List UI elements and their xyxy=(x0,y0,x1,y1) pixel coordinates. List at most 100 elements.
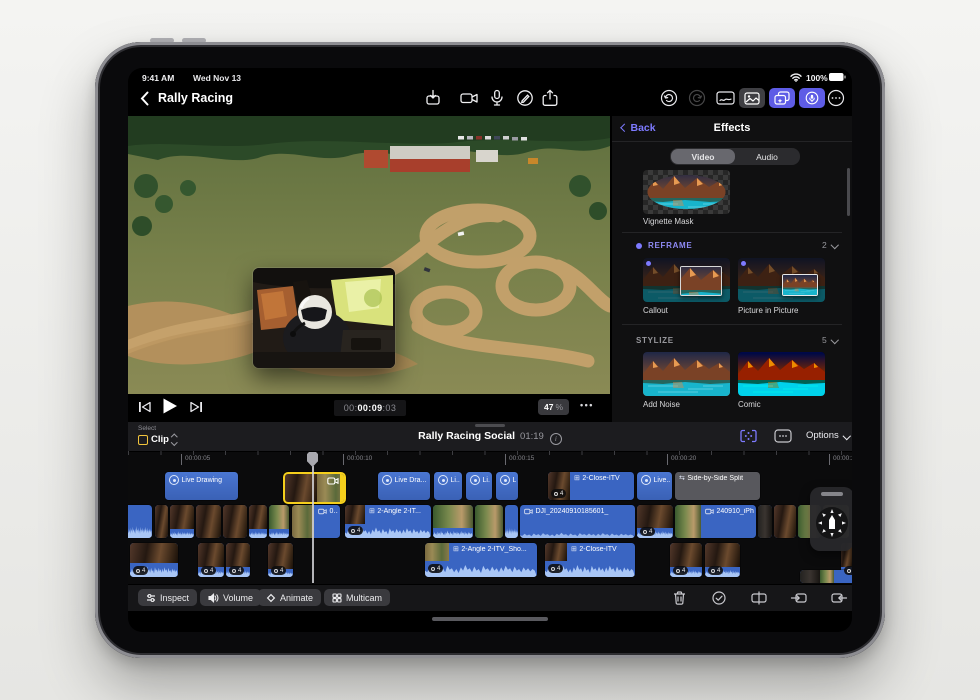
select-mode-dropdown[interactable]: Clip xyxy=(138,434,176,445)
angle-count-badge: 4 xyxy=(133,566,148,575)
wifi-icon xyxy=(790,73,802,82)
multicam-button[interactable]: Multicam xyxy=(324,589,390,606)
undo-icon[interactable] xyxy=(660,89,678,107)
clip[interactable]: Li... xyxy=(496,472,518,500)
clip[interactable]: 4 xyxy=(637,505,673,538)
split-clip-icon[interactable] xyxy=(750,589,768,607)
annotate-pencil-icon[interactable] xyxy=(516,89,534,107)
more-options-icon[interactable] xyxy=(827,89,845,107)
clip[interactable] xyxy=(155,505,168,538)
back-chevron-icon[interactable] xyxy=(140,91,149,106)
info-icon[interactable]: i xyxy=(550,433,562,445)
options-dropdown[interactable]: Options xyxy=(806,430,849,441)
live-drawing-icon xyxy=(500,475,510,485)
clip[interactable]: Live Dra... xyxy=(378,472,430,500)
effect-vignette-mask[interactable] xyxy=(643,170,730,214)
trash-icon[interactable] xyxy=(670,589,688,607)
clip[interactable]: DJI_20240910185601_ xyxy=(520,505,635,538)
effect-comic[interactable] xyxy=(738,352,825,396)
clip[interactable]: ⊞2-Angle 2-IT... 4 xyxy=(345,505,431,538)
effect-label: Picture in Picture xyxy=(738,306,798,315)
pip-driver-cam[interactable] xyxy=(253,268,395,368)
share-icon[interactable] xyxy=(542,89,558,107)
panel-scrollbar[interactable] xyxy=(847,168,850,216)
clip[interactable] xyxy=(128,505,152,538)
callout-zoom-box xyxy=(680,266,722,296)
clip[interactable] xyxy=(774,505,796,538)
angle-count-badge: 4 xyxy=(548,564,563,573)
clip[interactable]: Li... xyxy=(466,472,492,500)
clip[interactable]: ⊞2-Close-ITV 4 xyxy=(548,472,634,500)
viewer-more-icon[interactable]: ••• xyxy=(580,400,594,410)
zoom-unit: % xyxy=(555,402,563,412)
ruler-label: 00:00:10 xyxy=(343,454,372,465)
timeline-toolbar: Inspect Volume Animate Multicam xyxy=(128,584,852,611)
reframe-count[interactable]: 2 xyxy=(822,240,837,250)
effects-browser-button[interactable] xyxy=(769,88,795,108)
effects-panel: Back Effects Video Audio Vignette Mask R… xyxy=(612,116,852,422)
tab-video[interactable]: Video xyxy=(671,149,735,164)
clip[interactable] xyxy=(223,505,247,538)
clip[interactable] xyxy=(170,505,194,538)
effect-label: Add Noise xyxy=(643,400,680,409)
clip[interactable]: Li... xyxy=(434,472,462,500)
clip[interactable] xyxy=(758,505,772,538)
clip[interactable]: 240910_iPh... xyxy=(675,505,756,538)
insert-trailing-icon[interactable] xyxy=(830,589,848,607)
stylize-count[interactable]: 5 xyxy=(822,335,837,345)
angle-count-badge: 4 xyxy=(844,566,852,575)
pencil-jog-widget[interactable] xyxy=(810,487,852,551)
tab-audio[interactable]: Audio xyxy=(735,149,799,164)
selected-clip[interactable] xyxy=(283,472,346,504)
project-title[interactable]: Rally Racing xyxy=(158,91,233,105)
multicam-icon: ⊞ xyxy=(453,546,459,553)
checkmark-circle-icon[interactable] xyxy=(710,589,728,607)
viewer-preview[interactable] xyxy=(128,116,610,394)
ruler-label: 00:00:05 xyxy=(181,454,210,465)
clip[interactable]: Live... xyxy=(637,472,672,500)
track-primary: 0... ⊞2-Angle 2-IT... 4 DJI_202409101856… xyxy=(128,505,852,538)
insert-leading-icon[interactable] xyxy=(790,589,808,607)
transport-controls: 00:00:09:03 47 % ••• xyxy=(128,394,610,421)
play-button[interactable] xyxy=(162,397,178,415)
effect-callout[interactable] xyxy=(643,258,730,302)
clip[interactable] xyxy=(249,505,267,538)
media-browser-button[interactable] xyxy=(739,88,765,108)
timeline-index-icon[interactable] xyxy=(774,429,792,443)
skip-back-icon[interactable] xyxy=(138,401,151,413)
zoom-level-control[interactable]: 47 % xyxy=(538,399,569,415)
timeline-header: Select Clip Rally Racing Social01:19i Op… xyxy=(128,422,852,452)
effect-picture-in-picture[interactable] xyxy=(738,258,825,302)
jog-drag-handle[interactable] xyxy=(821,492,843,496)
clip[interactable] xyxy=(433,505,473,538)
skip-forward-icon[interactable] xyxy=(190,401,203,413)
timeline-ruler[interactable]: 00:00:05 00:00:10 00:00:15 00:00:20 00:0… xyxy=(128,451,852,470)
animate-button[interactable]: Animate xyxy=(258,589,321,606)
clip[interactable]: Live Drawing xyxy=(165,472,238,500)
microphone-icon[interactable] xyxy=(490,89,504,107)
clip[interactable] xyxy=(269,505,289,538)
record-video-icon[interactable] xyxy=(460,89,479,107)
effect-add-noise[interactable] xyxy=(643,352,730,396)
angle-count-badge: 4 xyxy=(673,566,688,575)
home-indicator[interactable] xyxy=(432,617,548,621)
volume-button[interactable]: Volume xyxy=(200,589,261,606)
clip[interactable] xyxy=(196,505,221,538)
connect-clips-icon[interactable] xyxy=(740,429,757,443)
divider xyxy=(622,324,842,325)
inspect-button[interactable]: Inspect xyxy=(138,589,197,606)
timecode-display[interactable]: 00:00:09:03 xyxy=(333,399,407,417)
ipad-screen: 9:41 AM Wed Nov 13 100% Rally Racing xyxy=(128,68,852,632)
clip[interactable]: ⇆Side-by-Side Split xyxy=(675,472,760,500)
titles-icon[interactable] xyxy=(716,90,735,106)
clip[interactable] xyxy=(505,505,518,538)
timeline-resize-handle[interactable] xyxy=(475,424,505,427)
voiceover-button[interactable] xyxy=(799,88,825,108)
applied-dot xyxy=(646,261,651,266)
redo-icon[interactable] xyxy=(688,89,706,107)
clip[interactable] xyxy=(475,505,503,538)
clip[interactable]: 0... xyxy=(292,505,340,538)
import-media-icon[interactable] xyxy=(424,89,442,107)
jog-dial-icon[interactable] xyxy=(815,503,849,545)
camera-badge-icon xyxy=(327,477,339,487)
